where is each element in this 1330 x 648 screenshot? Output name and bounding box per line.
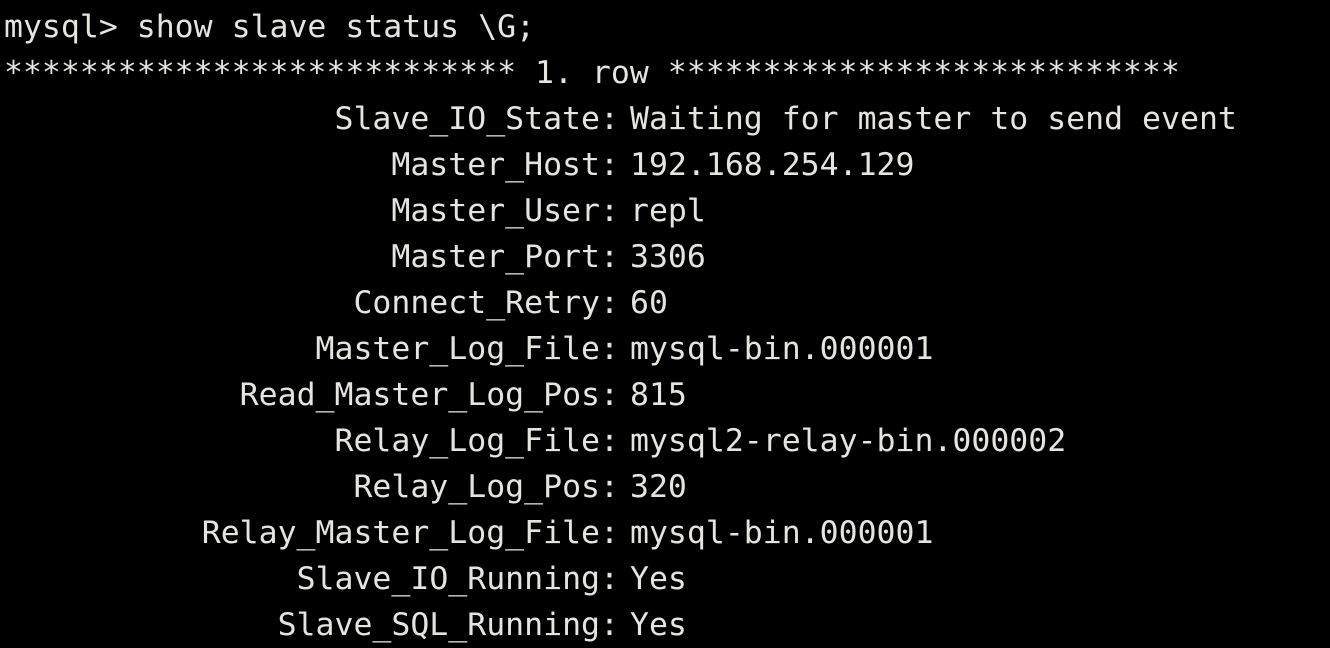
row-banner: *************************** 1. row *****… bbox=[4, 55, 1180, 91]
field-label: Connect_Retry bbox=[353, 285, 600, 321]
field-value: 60 bbox=[630, 285, 668, 321]
field-label: Master_User bbox=[391, 193, 600, 229]
field-separator: : bbox=[600, 285, 638, 321]
field-row: Slave_IO_Running : Yes bbox=[4, 556, 1330, 602]
field-value: 320 bbox=[630, 469, 687, 505]
field-row: Relay_Master_Log_File : mysql-bin.000001 bbox=[4, 510, 1330, 556]
field-row: Relay_Log_File : mysql2-relay-bin.000002 bbox=[4, 418, 1330, 464]
field-value: mysql2-relay-bin.000002 bbox=[630, 423, 1067, 459]
field-label: Master_Host bbox=[391, 147, 600, 183]
field-value: 815 bbox=[630, 377, 687, 413]
field-separator: : bbox=[600, 515, 638, 551]
field-separator: : bbox=[600, 377, 638, 413]
field-separator: : bbox=[600, 423, 638, 459]
field-row: Connect_Retry : 60 bbox=[4, 280, 1330, 326]
field-separator: : bbox=[600, 469, 638, 505]
field-value: 3306 bbox=[630, 239, 706, 275]
field-value: mysql-bin.000001 bbox=[630, 515, 934, 551]
field-row: Master_Host : 192.168.254.129 bbox=[4, 142, 1330, 188]
field-row: Relay_Log_Pos : 320 bbox=[4, 464, 1330, 510]
field-separator: : bbox=[600, 147, 638, 183]
field-label: Master_Port bbox=[391, 239, 600, 275]
field-row: Master_Log_File : mysql-bin.000001 bbox=[4, 326, 1330, 372]
field-value: repl bbox=[630, 193, 706, 229]
field-separator: : bbox=[600, 101, 638, 137]
field-value: 192.168.254.129 bbox=[630, 147, 915, 183]
field-label: Relay_Master_Log_File bbox=[201, 515, 600, 551]
field-value: Yes bbox=[630, 561, 687, 597]
field-separator: : bbox=[600, 331, 638, 367]
field-separator: : bbox=[600, 561, 638, 597]
command-line: mysql> show slave status \G; bbox=[4, 9, 536, 45]
terminal-screen: mysql> show slave status \G; ***********… bbox=[4, 4, 1330, 648]
field-row: Master_User : repl bbox=[4, 188, 1330, 234]
field-label: Relay_Log_Pos bbox=[353, 469, 600, 505]
terminal-window[interactable]: mysql> show slave status \G; ***********… bbox=[0, 0, 1330, 646]
field-row: Master_Port : 3306 bbox=[4, 234, 1330, 280]
field-label: Slave_IO_State bbox=[334, 101, 600, 137]
field-label: Master_Log_File bbox=[315, 331, 600, 367]
field-separator: : bbox=[600, 607, 638, 643]
field-separator: : bbox=[600, 239, 638, 275]
field-label: Read_Master_Log_Pos bbox=[239, 377, 600, 413]
field-value: mysql-bin.000001 bbox=[630, 331, 934, 367]
field-value: Waiting for master to send event bbox=[630, 101, 1237, 137]
field-value: Yes bbox=[630, 607, 687, 643]
field-label: Slave_IO_Running bbox=[296, 561, 600, 597]
field-row: Slave_SQL_Running : Yes bbox=[4, 602, 1330, 648]
field-row: Slave_IO_State : Waiting for master to s… bbox=[4, 96, 1330, 142]
field-separator: : bbox=[600, 193, 638, 229]
field-label: Slave_SQL_Running bbox=[277, 607, 600, 643]
field-label: Relay_Log_File bbox=[334, 423, 600, 459]
field-row: Read_Master_Log_Pos : 815 bbox=[4, 372, 1330, 418]
